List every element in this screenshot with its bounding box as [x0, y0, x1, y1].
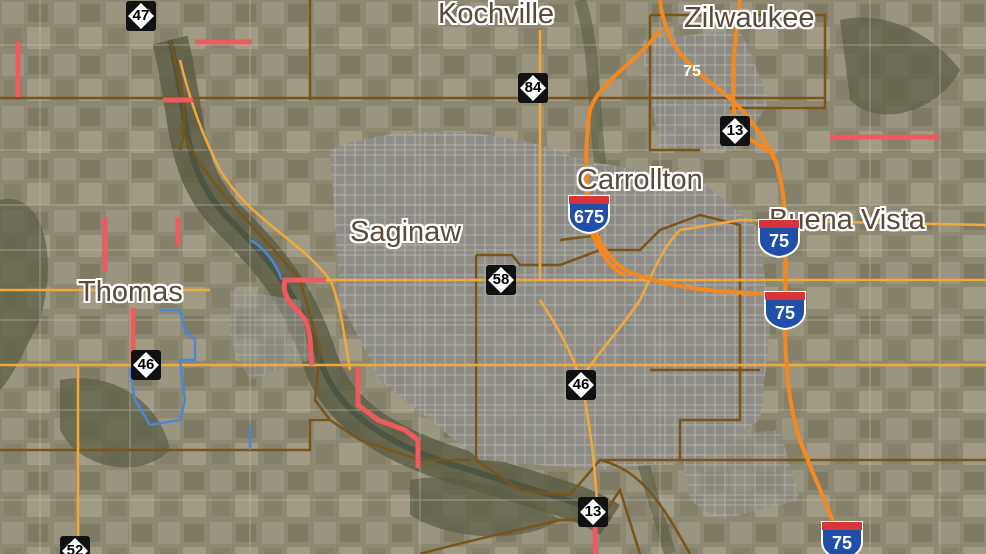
route-shield-label: 52	[66, 542, 84, 554]
interstate-shield-i675[interactable]: 675	[567, 194, 611, 235]
route-shield-label: 13	[726, 122, 744, 139]
place-label-kochville: Kochville	[438, 0, 555, 30]
interstate-shield-label: 75	[831, 533, 853, 553]
map-view[interactable]: Kochville Zilwaukee Carrollton Buena Vis…	[0, 0, 986, 554]
interstate-shield-i75-south[interactable]: 75	[820, 520, 864, 554]
route-shield-m84[interactable]: 84	[518, 73, 548, 103]
route-shield-m13-south[interactable]: 13	[578, 497, 608, 527]
route-shield-m52[interactable]: 52	[60, 536, 90, 554]
route-shield-label: 84	[524, 79, 542, 96]
route-shield-m47[interactable]: 47	[126, 1, 156, 31]
place-label-carrollton: Carrollton	[577, 164, 703, 196]
place-label-thomas: Thomas	[78, 276, 183, 308]
route-shield-label: 46	[137, 356, 155, 373]
place-label-saginaw: Saginaw	[350, 216, 462, 248]
interstate-shield-label: 75	[768, 231, 790, 251]
route-shield-m46-west[interactable]: 46	[131, 350, 161, 380]
interstate-label: 75	[683, 63, 701, 80]
interstate-shield-i75-mid[interactable]: 75	[763, 290, 807, 331]
route-shield-m46-east[interactable]: 46	[566, 370, 596, 400]
interstate-label-i75-zilwaukee[interactable]: 75	[672, 56, 712, 90]
route-shield-label: 58	[492, 271, 510, 288]
place-label-zilwaukee: Zilwaukee	[684, 2, 815, 34]
route-shield-label: 46	[572, 376, 590, 393]
interstate-shield-i75-north[interactable]: 75	[757, 218, 801, 259]
interstate-shield-label: 75	[774, 303, 796, 323]
interstate-shield-label: 675	[573, 207, 605, 227]
route-shield-m58[interactable]: 58	[486, 265, 516, 295]
route-shield-m13-north[interactable]: 13	[720, 116, 750, 146]
route-shield-label: 47	[132, 7, 150, 24]
route-shield-label: 13	[584, 503, 602, 520]
